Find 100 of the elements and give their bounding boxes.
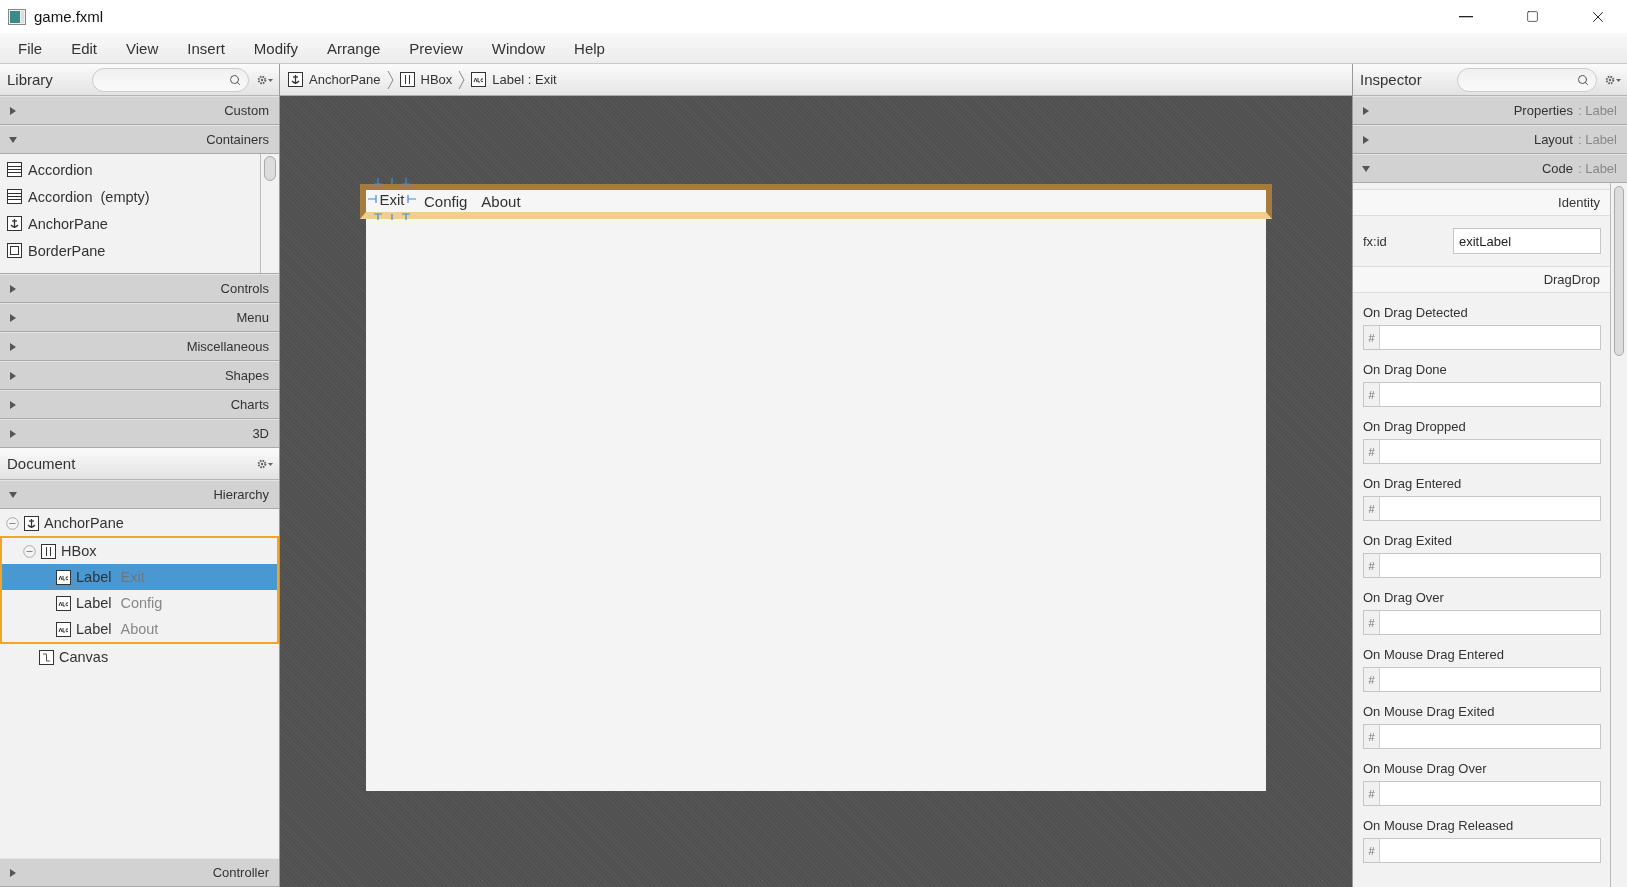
minimize-icon [1459, 15, 1473, 18]
collapsed-arrow-icon[interactable] [9, 371, 17, 380]
tree-item[interactable]: Label Exit [2, 564, 277, 590]
library-item[interactable]: Accordion (empty) [0, 183, 260, 210]
tree-item[interactable]: AnchorPane [0, 510, 279, 536]
field-label: On Drag Exited [1363, 533, 1453, 548]
collapsed-arrow-icon[interactable] [9, 284, 17, 293]
breadcrumb-item[interactable]: HBox [420, 72, 453, 87]
section-target: : Label [1577, 161, 1617, 176]
section-header[interactable]: Controls [0, 274, 279, 303]
section-header[interactable]: Properties : Label [1353, 96, 1627, 125]
search-field[interactable] [92, 67, 249, 92]
breadcrumb-item[interactable]: AnchorPane [309, 72, 381, 87]
menu-item[interactable]: Preview [397, 39, 475, 57]
collapsed-arrow-icon[interactable] [1362, 106, 1370, 115]
input-field[interactable]: exitLabel [1453, 228, 1601, 254]
design-label[interactable]: Exit [368, 178, 416, 220]
menu-item[interactable]: Arrange [315, 39, 393, 57]
section-label: Code [1541, 161, 1573, 176]
text-label-icon [56, 595, 71, 611]
section-header[interactable]: 3D [0, 419, 279, 448]
collapsed-arrow-icon[interactable] [1362, 135, 1370, 144]
field-label: fx:id [1363, 233, 1388, 249]
section-header[interactable]: Code : Label [1353, 154, 1627, 183]
breadcrumb-item[interactable]: Label : Exit [492, 72, 557, 87]
collapsed-arrow-icon[interactable] [9, 342, 17, 351]
tree-item[interactable]: Label About [2, 616, 277, 642]
settings-icon[interactable] [257, 74, 273, 85]
text-label-icon [56, 621, 71, 637]
collapsed-arrow-icon[interactable] [9, 868, 17, 877]
field-label: On Mouse Drag Exited [1363, 704, 1496, 719]
settings-icon[interactable] [1605, 74, 1621, 85]
menu-item[interactable]: Modify [241, 39, 310, 57]
input-field[interactable]: # [1363, 724, 1601, 749]
section-target: : Label [1577, 103, 1617, 118]
menu-item[interactable]: Edit [59, 39, 110, 57]
library-item[interactable]: BorderPane [0, 237, 260, 264]
group-heading: Identity [1353, 189, 1610, 216]
input-field[interactable]: # [1363, 667, 1601, 692]
maximize-icon [1525, 10, 1539, 23]
menu-item[interactable]: Window [479, 39, 558, 57]
menu-item[interactable]: Insert [175, 39, 237, 57]
search-icon [1577, 73, 1589, 86]
input-field[interactable]: # [1363, 325, 1601, 350]
input-field[interactable]: # [1363, 439, 1601, 464]
section-label: Custom [224, 103, 269, 118]
input-field[interactable]: # [1363, 496, 1601, 521]
input-field[interactable]: # [1363, 781, 1601, 806]
stacked-rows-icon [7, 162, 22, 177]
menu-item[interactable]: View [114, 39, 171, 57]
tree-item[interactable]: Label Config [2, 590, 277, 616]
section-label: Controller [212, 865, 269, 880]
columns-icon [41, 543, 56, 559]
section-header[interactable]: Hierarchy [0, 480, 279, 509]
scrollbar[interactable] [260, 154, 279, 273]
design-label[interactable]: Config [420, 192, 478, 210]
input-field[interactable]: # [1363, 553, 1601, 578]
section-header[interactable]: Shapes [0, 361, 279, 390]
collapsed-arrow-icon[interactable] [9, 400, 17, 409]
framed-square-icon [7, 243, 22, 258]
collapsed-arrow-icon[interactable] [9, 429, 17, 438]
node-type: HBox [61, 543, 97, 559]
section-header[interactable]: Layout : Label [1353, 125, 1627, 154]
library-item[interactable]: AnchorPane [0, 210, 260, 237]
collapsed-arrow-icon[interactable] [9, 106, 17, 115]
field-label: On Drag Detected [1363, 305, 1469, 320]
menu-item[interactable]: Help [562, 39, 617, 57]
section-label: Menu [236, 310, 269, 325]
section-header[interactable]: Miscellaneous [0, 332, 279, 361]
window-title: game.fxml [34, 8, 105, 25]
menu-item[interactable]: File [6, 39, 55, 57]
tree-item[interactable]: Canvas [0, 644, 279, 670]
section-header[interactable]: Charts [0, 390, 279, 419]
expanded-arrow-icon[interactable] [9, 490, 17, 499]
field-label: On Drag Entered [1363, 476, 1463, 491]
tree-item[interactable]: HBox [2, 538, 277, 564]
chevron-icon [458, 69, 466, 90]
input-field[interactable]: # [1363, 382, 1601, 407]
library-item[interactable]: Accordion [0, 156, 260, 183]
search-icon [229, 73, 241, 86]
collapse-toggle-icon[interactable] [23, 544, 36, 558]
section-header[interactable]: Controller [0, 858, 279, 887]
field-label: On Drag Done [1363, 362, 1448, 377]
node-name: Config [120, 595, 163, 611]
input-field[interactable]: # [1363, 610, 1601, 635]
scrollbar[interactable] [1610, 183, 1627, 887]
anchor-icon [7, 216, 22, 231]
expanded-arrow-icon[interactable] [1362, 164, 1370, 173]
section-label: Properties [1513, 103, 1573, 118]
collapse-toggle-icon[interactable] [6, 516, 19, 530]
design-label[interactable]: About [477, 192, 531, 210]
expanded-arrow-icon[interactable] [9, 135, 17, 144]
search-field[interactable] [1457, 67, 1597, 92]
input-field[interactable]: # [1363, 838, 1601, 863]
field-label: On Drag Dropped [1363, 419, 1467, 434]
section-header[interactable]: Menu [0, 303, 279, 332]
section-header[interactable]: Custom [0, 96, 279, 125]
section-header[interactable]: Containers [0, 125, 279, 154]
settings-icon[interactable] [257, 458, 273, 469]
collapsed-arrow-icon[interactable] [9, 313, 17, 322]
